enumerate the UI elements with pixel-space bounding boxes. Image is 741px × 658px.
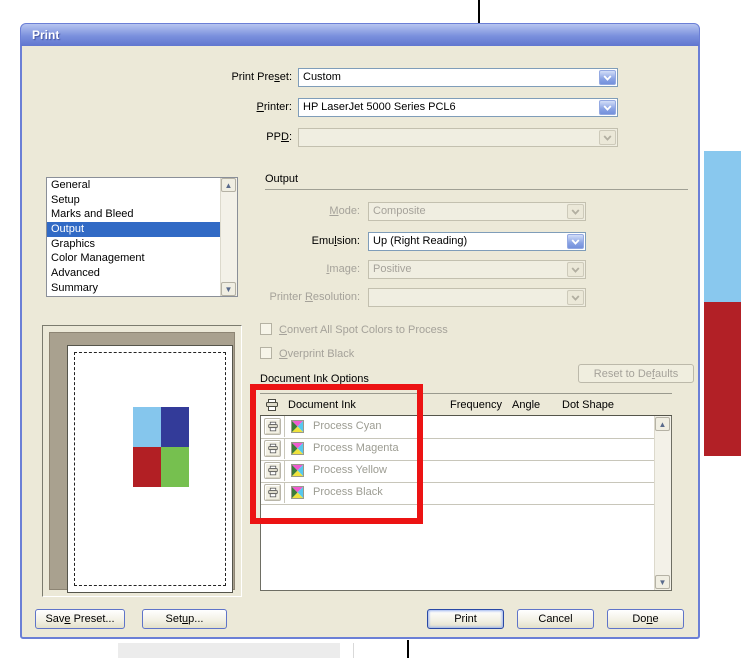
scroll-up-icon[interactable]: ▲ — [655, 417, 670, 431]
ppd-select — [298, 128, 618, 147]
printer-value: HP LaserJet 5000 Series PCL6 — [303, 101, 597, 113]
print-preset-value: Custom — [303, 71, 597, 83]
sidebar-item-setup[interactable]: Setup — [47, 193, 221, 208]
cancel-button[interactable]: Cancel — [517, 609, 594, 629]
scroll-up-icon[interactable]: ▲ — [221, 178, 236, 192]
scroll-down-icon[interactable]: ▼ — [655, 575, 670, 589]
dark-blue-square — [161, 407, 189, 447]
mode-value: Composite — [373, 205, 565, 217]
reset-to-defaults-button: Reset to Defaults — [578, 364, 694, 383]
emulsion-value: Up (Right Reading) — [373, 235, 565, 247]
sidebar-item-advanced[interactable]: Advanced — [47, 266, 221, 281]
preview-artwork — [133, 407, 189, 487]
red-square — [133, 447, 161, 487]
annotation-rectangle — [250, 384, 423, 524]
ink-table-scrollbar[interactable]: ▲ ▼ — [654, 416, 671, 590]
section-divider — [265, 189, 688, 190]
sidebar-item-color-management[interactable]: Color Management — [47, 251, 221, 266]
overprint-black-checkbox — [260, 347, 272, 359]
page-guide-line-top — [478, 0, 480, 23]
mode-select: Composite — [368, 202, 586, 221]
print-button[interactable]: Print — [427, 609, 504, 629]
setup-button[interactable]: Setup... — [142, 609, 227, 629]
printer-label: Printer: — [152, 101, 292, 113]
print-preset-select[interactable]: Custom — [298, 68, 618, 87]
emulsion-select[interactable]: Up (Right Reading) — [368, 232, 586, 251]
print-dialog: Print Print Preset: Custom Printer: HP L… — [20, 23, 700, 639]
convert-spot-label: Convert All Spot Colors to Process — [279, 324, 448, 336]
screen: Print Print Preset: Custom Printer: HP L… — [0, 0, 741, 658]
dialog-titlebar[interactable]: Print — [21, 24, 699, 46]
pasteboard-strip — [118, 643, 340, 658]
print-preview — [42, 325, 242, 597]
column-header-angle: Angle — [512, 399, 540, 411]
preview-frame — [49, 332, 235, 590]
sidebar-item-general[interactable]: General — [47, 178, 221, 193]
image-value: Positive — [373, 263, 565, 275]
sidebar-item-summary[interactable]: Summary — [47, 281, 221, 296]
save-preset-button[interactable]: Save Preset... — [35, 609, 125, 629]
print-preset-label: Print Preset: — [152, 71, 292, 83]
column-header-dot-shape: Dot Shape — [562, 399, 614, 411]
image-label: Image: — [220, 263, 360, 275]
sidebar-item-output[interactable]: Output — [47, 222, 221, 237]
done-button[interactable]: Done — [607, 609, 684, 629]
convert-spot-checkbox — [260, 323, 272, 335]
image-select: Positive — [368, 260, 586, 279]
sections-list: General Setup Marks and Bleed Output Gra… — [46, 177, 238, 297]
dialog-title: Print — [32, 28, 59, 42]
mode-label: Mode: — [220, 205, 360, 217]
page-guide-line-bottom — [407, 640, 409, 658]
document-blue-swatch — [704, 151, 741, 302]
chevron-down-icon — [567, 290, 584, 305]
ppd-label: PPD: — [152, 131, 292, 143]
chevron-down-icon[interactable] — [567, 234, 584, 249]
printer-select[interactable]: HP LaserJet 5000 Series PCL6 — [298, 98, 618, 117]
chevron-down-icon — [599, 130, 616, 145]
pasteboard-divider — [353, 643, 354, 658]
sidebar-item-marks-and-bleed[interactable]: Marks and Bleed — [47, 207, 221, 222]
sidebar-item-graphics[interactable]: Graphics — [47, 237, 221, 252]
preview-page — [67, 345, 233, 593]
printer-resolution-label: Printer Resolution: — [212, 291, 360, 303]
chevron-down-icon[interactable] — [599, 70, 616, 85]
column-header-frequency: Frequency — [450, 399, 502, 411]
chevron-down-icon — [567, 204, 584, 219]
emulsion-label: Emulsion: — [220, 235, 360, 247]
light-blue-square — [133, 407, 161, 447]
chevron-down-icon — [567, 262, 584, 277]
green-square — [161, 447, 189, 487]
chevron-down-icon[interactable] — [599, 100, 616, 115]
overprint-black-label: Overprint Black — [279, 348, 354, 360]
output-section-title: Output — [265, 173, 298, 185]
document-red-swatch — [704, 302, 741, 456]
printer-resolution-select — [368, 288, 586, 307]
